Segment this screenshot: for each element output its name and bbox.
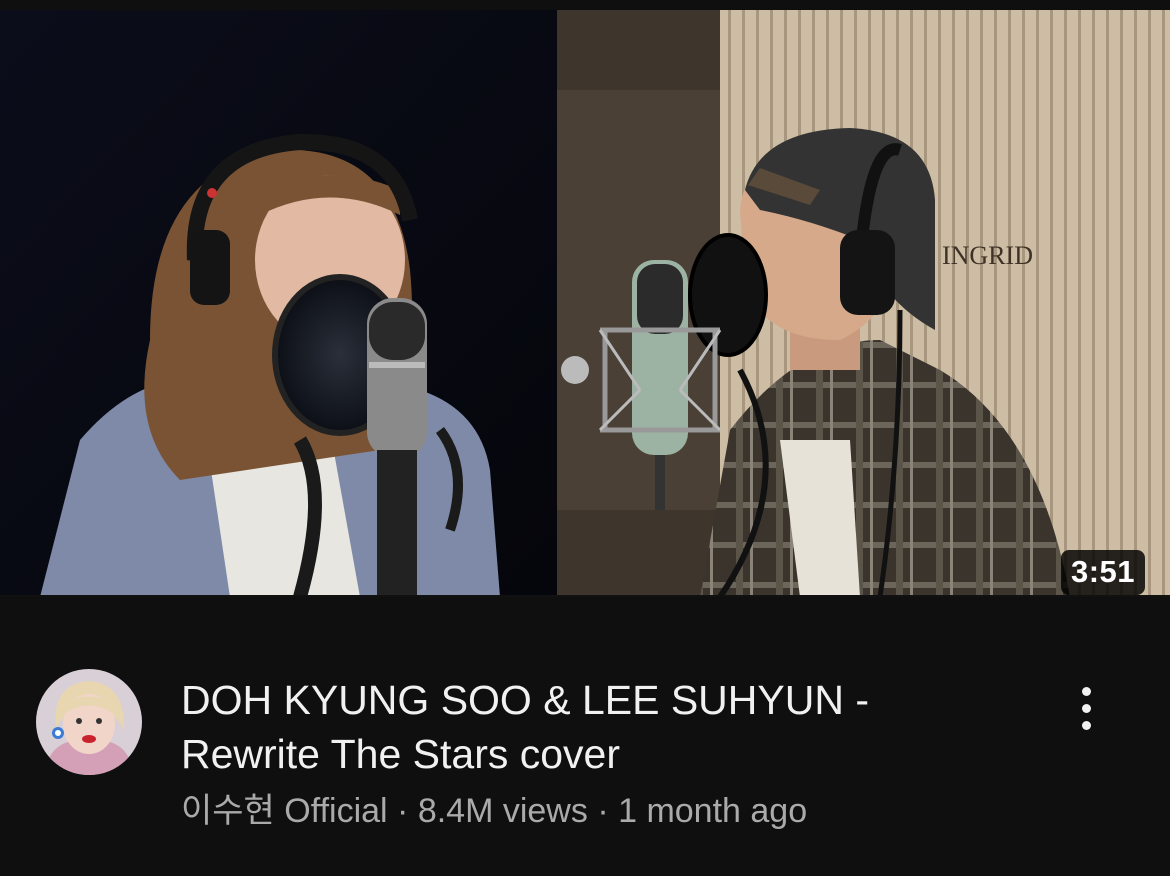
more-options-button[interactable] [1060,677,1112,739]
vertical-ellipsis-icon [1081,686,1091,696]
view-count: 8.4M views [417,792,588,830]
video-metadata: 이수현 Official · 8.4M views · 1 month ago [181,790,807,832]
avatar-image [36,669,142,775]
video-title[interactable]: DOH KYUNG SOO & LEE SUHYUN - Rewrite The… [181,673,1001,781]
video-title-line-2: Rewrite The Stars cover [181,731,621,777]
video-thumbnail[interactable]: INGRID 3:51 [0,10,1170,597]
channel-avatar[interactable] [36,669,142,775]
duration-badge: 3:51 [1060,550,1145,595]
meta-separator: · [387,792,418,830]
vertical-ellipsis-icon [1081,703,1091,713]
meta-separator: · [587,792,619,830]
studio-sign-text: INGRID [942,241,1033,270]
thumbnail-image: INGRID [0,10,1170,597]
channel-name[interactable]: 이수현 Official [181,792,388,830]
upload-age: 1 month ago [618,792,808,830]
video-info: DOH KYUNG SOO & LEE SUHYUN - Rewrite The… [0,597,1170,876]
video-title-line-1: DOH KYUNG SOO & LEE SUHYUN - [181,677,870,723]
vertical-ellipsis-icon [1081,720,1091,730]
